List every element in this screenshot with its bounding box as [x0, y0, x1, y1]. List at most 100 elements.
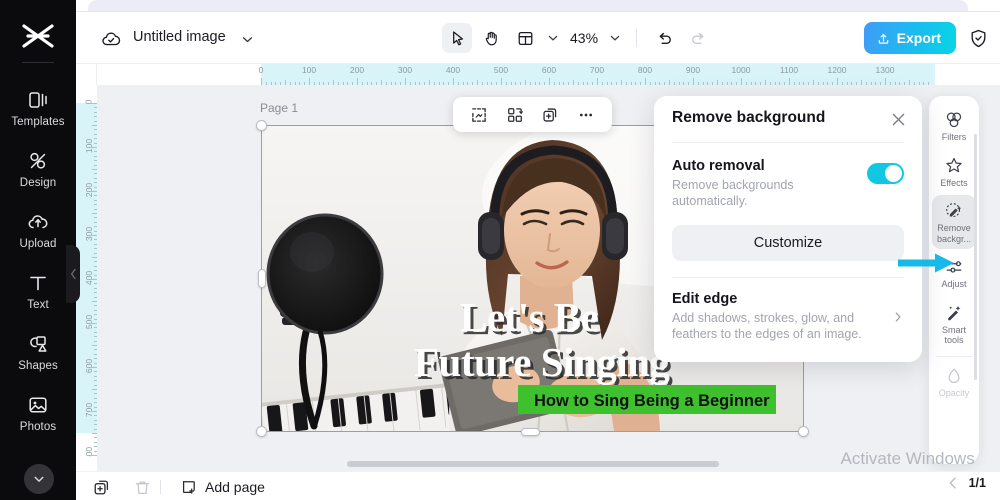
- sidebar-item-templates[interactable]: Templates: [0, 78, 76, 139]
- ruler-tick: [409, 82, 411, 85]
- resize-handle-bottom-right[interactable]: [798, 426, 809, 437]
- auto-removal-toggle[interactable]: [867, 163, 904, 184]
- close-icon[interactable]: [888, 109, 908, 129]
- chevron-down-icon: [34, 476, 44, 482]
- resize-handle-top-left[interactable]: [256, 120, 267, 131]
- ruler-tick: [486, 82, 488, 85]
- ruler-tick: [846, 82, 848, 85]
- ruler-tick: [640, 82, 642, 85]
- prev-page-button[interactable]: [946, 476, 960, 490]
- sidebar-item-effects[interactable]: Effects: [932, 150, 976, 194]
- document-title-dropdown[interactable]: [241, 33, 254, 46]
- sidebar-item-text[interactable]: Text: [0, 261, 76, 322]
- remove-background-icon: [946, 203, 962, 218]
- crop-icon[interactable]: [466, 102, 492, 128]
- ruler-tick: [92, 345, 97, 346]
- bottom-bar: Add page 1/1: [76, 471, 1000, 500]
- toolbar-tools: 43%: [442, 22, 713, 54]
- image-context-toolbar: [453, 97, 612, 132]
- cloud-check-icon[interactable]: [100, 28, 122, 50]
- sidebar-item-remove-background[interactable]: Remove backgr...: [932, 195, 976, 249]
- sidebar-item-design[interactable]: Design: [0, 139, 76, 200]
- panel-title: Remove background: [672, 109, 826, 126]
- sidebar-item-label: Photos: [19, 421, 57, 433]
- right-sidebar-divider: [936, 355, 972, 357]
- redo-button[interactable]: [683, 23, 713, 53]
- app-logo[interactable]: [0, 18, 76, 54]
- sidebar-item-upload[interactable]: Upload: [0, 200, 76, 261]
- zoom-dropdown[interactable]: [606, 24, 624, 52]
- duplicate-icon[interactable]: [537, 102, 563, 128]
- ruler-tick: [94, 164, 97, 166]
- auto-removal-description: Remove backgrounds automatically.: [672, 178, 794, 208]
- ruler-tick: [841, 82, 843, 85]
- ruler-tick: [832, 82, 834, 85]
- horizontal-scroll-thumb[interactable]: [347, 461, 719, 467]
- ruler-tick-label: 300: [84, 226, 94, 242]
- customize-button[interactable]: Customize: [672, 225, 904, 261]
- sidebar-item-filters[interactable]: Filters: [932, 104, 976, 148]
- ruler-tick: [94, 415, 97, 417]
- ruler-tick: [904, 82, 906, 85]
- ruler-tick: [94, 428, 97, 430]
- export-button[interactable]: Export: [863, 22, 956, 54]
- ruler-tick: [424, 82, 426, 85]
- select-tool-button[interactable]: [442, 23, 472, 53]
- sidebar-item-shapes[interactable]: Shapes: [0, 322, 76, 383]
- ruler-tick-label: 1000: [731, 65, 751, 75]
- sidebar-more-button[interactable]: [24, 464, 54, 494]
- ruler-tick: [94, 239, 97, 241]
- add-page-button[interactable]: Add page: [180, 476, 265, 498]
- right-sidebar-scrollbar[interactable]: [974, 134, 977, 380]
- ruler-tick: [94, 265, 97, 267]
- ruler-tick: [94, 151, 97, 153]
- sidebar-divider: [22, 62, 54, 63]
- resize-handle-bottom-left[interactable]: [256, 426, 267, 437]
- sidebar-collapse-handle[interactable]: [66, 245, 80, 303]
- ruler-tick: [92, 125, 97, 126]
- ruler-tick: [285, 80, 286, 85]
- more-options-icon[interactable]: [573, 102, 599, 128]
- undo-button[interactable]: [649, 23, 679, 53]
- ruler-tick: [94, 204, 97, 206]
- ruler-tick: [90, 235, 97, 236]
- browser-tab-strip[interactable]: [88, 0, 968, 11]
- ruler-tick: [94, 177, 97, 179]
- hand-tool-button[interactable]: [476, 23, 506, 53]
- document-title[interactable]: Untitled image: [133, 29, 226, 45]
- layout-dropdown[interactable]: [544, 24, 562, 52]
- resize-handle-left[interactable]: [258, 269, 266, 288]
- sidebar-item-photos[interactable]: Photos: [0, 383, 76, 444]
- ruler-tick: [529, 82, 531, 85]
- ruler-tick-label: 1100: [779, 65, 799, 75]
- opacity-icon: [948, 367, 960, 383]
- duplicate-page-button[interactable]: [90, 476, 112, 498]
- edit-edge-section[interactable]: Edit edge Add shadows, strokes, glow, an…: [654, 278, 922, 342]
- sidebar-item-label: Adjust: [941, 279, 967, 289]
- horizontal-ruler[interactable]: 0 100 200 300 400 500 600 700 800 900 1000 1100 1200…: [97, 64, 1000, 85]
- toggle-knob: [885, 165, 902, 182]
- top-toolbar: Untitled image 43% Export: [76, 12, 1000, 64]
- zoom-level[interactable]: 43%: [566, 30, 602, 46]
- ruler-tick: [405, 78, 406, 85]
- layout-tool-button[interactable]: [510, 23, 540, 53]
- ruler-tick: [94, 397, 97, 399]
- sidebar-item-opacity[interactable]: Opacity: [932, 360, 976, 404]
- delete-page-button[interactable]: [131, 476, 153, 498]
- ruler-tick: [731, 82, 733, 85]
- ruler-tick-label: 400: [84, 270, 94, 286]
- artboard-badge-text: How to Sing Being a Beginner: [534, 392, 770, 410]
- sidebar-item-smart-tools[interactable]: Smart tools: [932, 297, 976, 351]
- ruler-tick: [702, 82, 704, 85]
- effects-icon: [946, 157, 962, 172]
- flip-icon[interactable]: [502, 102, 528, 128]
- sidebar-item-label: Shapes: [18, 360, 58, 372]
- ruler-tick: [94, 248, 97, 250]
- resize-handle-bottom[interactable]: [521, 428, 540, 436]
- ruler-tick: [94, 221, 97, 223]
- shield-check-icon[interactable]: [964, 24, 992, 52]
- auto-removal-section: Auto removal Remove backgrounds automati…: [654, 143, 922, 209]
- ruler-tick: [457, 82, 459, 85]
- ruler-tick: [94, 230, 97, 232]
- ruler-tick: [755, 82, 757, 85]
